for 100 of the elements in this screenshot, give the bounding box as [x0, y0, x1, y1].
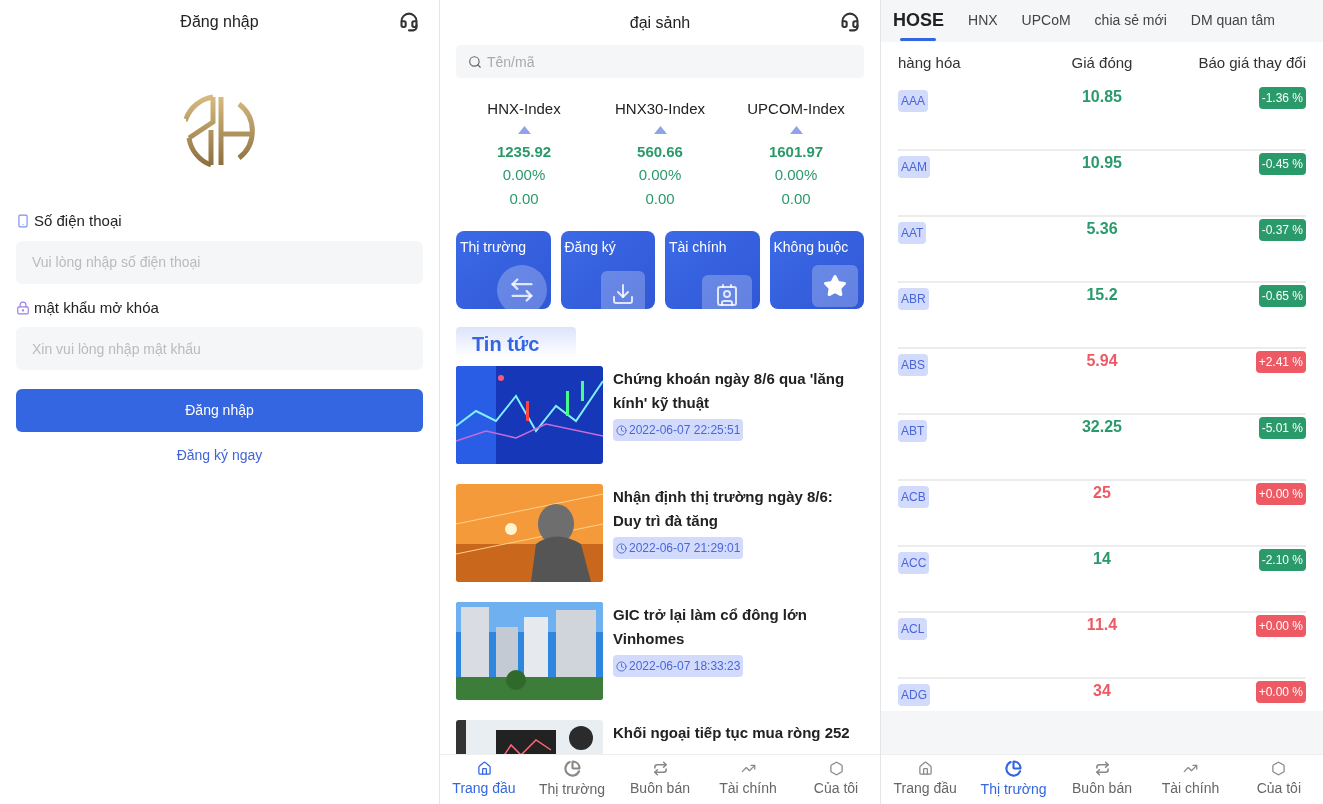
market-tab[interactable]: DM quan tâm: [1190, 0, 1275, 42]
change-tag: +0.00 %: [1255, 483, 1306, 505]
change-tag: -0.37 %: [1258, 219, 1306, 241]
pie-chart-icon: [563, 759, 581, 777]
clock-icon: [616, 660, 627, 672]
pie-chart-icon: [1005, 759, 1023, 777]
clock-icon: [616, 424, 627, 436]
settings-icon: [1271, 760, 1287, 776]
up-triangle-icon: [789, 126, 803, 134]
lock-icon: [16, 300, 30, 315]
timestamp: 2022-06-07 22:25:51: [629, 422, 741, 439]
index-value: 560.66: [637, 142, 683, 162]
news-title[interactable]: Khối ngoại tiếp tục mua ròng 252: [613, 720, 850, 745]
nav-tab[interactable]: Thị trường: [969, 755, 1058, 804]
logo-icon: [182, 94, 257, 168]
timestamp: 2022-06-07 21:29:01: [629, 540, 741, 557]
field-label: mật khẩu mở khóa: [34, 297, 159, 318]
change-tag: -0.65 %: [1258, 285, 1306, 307]
change-tag: +2.41 %: [1255, 351, 1306, 373]
change-tag: -1.36 %: [1258, 87, 1306, 109]
index-name: HNX-Index: [487, 99, 561, 119]
nav-tab[interactable]: Thị trường: [528, 755, 616, 804]
nav-tab[interactable]: Trang đầu: [881, 755, 970, 804]
phone-icon: [16, 214, 30, 229]
ticker-tag: ABS: [898, 354, 928, 376]
download-icon: [601, 271, 645, 309]
headset-icon[interactable]: [399, 12, 419, 32]
nav-tab[interactable]: Tài chính: [704, 755, 792, 804]
shortcut-tile[interactable]: Không buộc: [769, 231, 864, 309]
index-change: 0.00: [645, 189, 675, 209]
ticker-tag: ACL: [898, 618, 928, 640]
change-tag: +0.00 %: [1255, 681, 1306, 703]
exchange-icon: [652, 760, 668, 776]
closing-price: 11.4: [1085, 615, 1119, 635]
market-tab[interactable]: UPCoM: [1021, 0, 1071, 42]
field-label: Số điện thoại: [34, 211, 122, 231]
closing-price: 10.85: [1080, 87, 1123, 107]
ticker-tag: ADG: [898, 684, 930, 706]
index-name: HNX30-Index: [614, 99, 705, 119]
exchange-icon: [496, 265, 547, 309]
index-change: 0.00: [509, 189, 539, 209]
up-triangle-icon: [517, 126, 531, 134]
index-percent: 0.00%: [638, 165, 682, 185]
closing-price: 15.2: [1085, 285, 1119, 305]
index-value: 1601.97: [768, 142, 824, 162]
closing-price: 5.94: [1085, 351, 1119, 371]
ticker-tag: AAT: [898, 222, 927, 244]
register-link[interactable]: Đăng ký ngay: [176, 445, 263, 466]
section-heading: Tin tức: [456, 327, 576, 357]
index-percent: 0.00%: [502, 165, 546, 185]
change-tag: -2.10 %: [1258, 549, 1306, 571]
timestamp: 2022-06-07 18:33:23: [629, 658, 741, 675]
news-title[interactable]: GIC trở lại làm cổ đông lớn Vinhomes: [613, 602, 864, 651]
closing-price: 10.95: [1080, 153, 1123, 173]
index-change: 0.00: [781, 189, 811, 209]
shortcut-tile[interactable]: Đăng ký: [560, 231, 655, 309]
ticker-tag: ACB: [898, 486, 929, 508]
column-header: Giá đóng: [1070, 53, 1134, 74]
closing-price: 5.36: [1085, 219, 1119, 239]
screen-title: đại sảnh: [629, 12, 691, 33]
column-header: Báo giá thay đổi: [1197, 53, 1306, 74]
search-icon: [468, 55, 482, 69]
phone-input-field[interactable]: Vui lòng nhập số điện thoại: [16, 240, 423, 284]
shortcut-tile[interactable]: Thị trường: [456, 231, 551, 309]
search-field[interactable]: Tên/mã: [456, 45, 864, 78]
home-icon: [476, 760, 492, 776]
password-input-field[interactable]: Xin vui lòng nhập mật khẩu: [16, 327, 423, 370]
up-triangle-icon: [653, 126, 667, 134]
change-tag: -0.45 %: [1258, 153, 1306, 175]
index-percent: 0.00%: [774, 165, 818, 185]
ticker-tag: ABT: [898, 420, 928, 442]
market-tab[interactable]: HOSE: [893, 0, 944, 42]
closing-price: 25: [1092, 483, 1112, 503]
index-value: 1235.92: [496, 142, 552, 162]
market-tab[interactable]: HNX: [968, 0, 998, 42]
nav-tab[interactable]: Buôn bán: [616, 755, 704, 804]
nav-tab[interactable]: Tài chính: [1146, 755, 1235, 804]
ticker-tag: AAA: [898, 90, 928, 112]
headset-icon[interactable]: [840, 12, 860, 32]
nav-tab[interactable]: Trang đầu: [440, 755, 528, 804]
change-tag: -5.01 %: [1258, 417, 1306, 439]
news-title[interactable]: Chứng khoán ngày 8/6 qua 'lăng kính' kỹ thuật: [613, 366, 864, 415]
market-tab[interactable]: chia sẻ mới: [1094, 0, 1167, 42]
login-button[interactable]: Đăng nhập: [16, 389, 423, 432]
closing-price: 14: [1092, 549, 1112, 569]
shortcut-tile[interactable]: Tài chính: [665, 231, 760, 309]
change-tag: +0.00 %: [1255, 615, 1306, 637]
nav-tab[interactable]: Của tôi: [792, 755, 880, 804]
screen-title: Đăng nhập: [180, 12, 259, 32]
ticker-tag: AAM: [898, 156, 930, 178]
home-icon: [917, 760, 933, 776]
nav-tab[interactable]: Của tôi: [1234, 755, 1323, 804]
clock-icon: [616, 542, 627, 554]
ticker-tag: ACC: [898, 552, 930, 574]
news-title[interactable]: Nhận định thị trường ngày 8/6: Duy trì đà tăng: [613, 484, 864, 533]
column-header: hàng hóa: [898, 53, 962, 74]
closing-price: 32.25: [1080, 417, 1123, 437]
nav-tab[interactable]: Buôn bán: [1057, 755, 1147, 804]
settings-icon: [828, 760, 844, 776]
ticker-tag: ABR: [898, 288, 929, 310]
